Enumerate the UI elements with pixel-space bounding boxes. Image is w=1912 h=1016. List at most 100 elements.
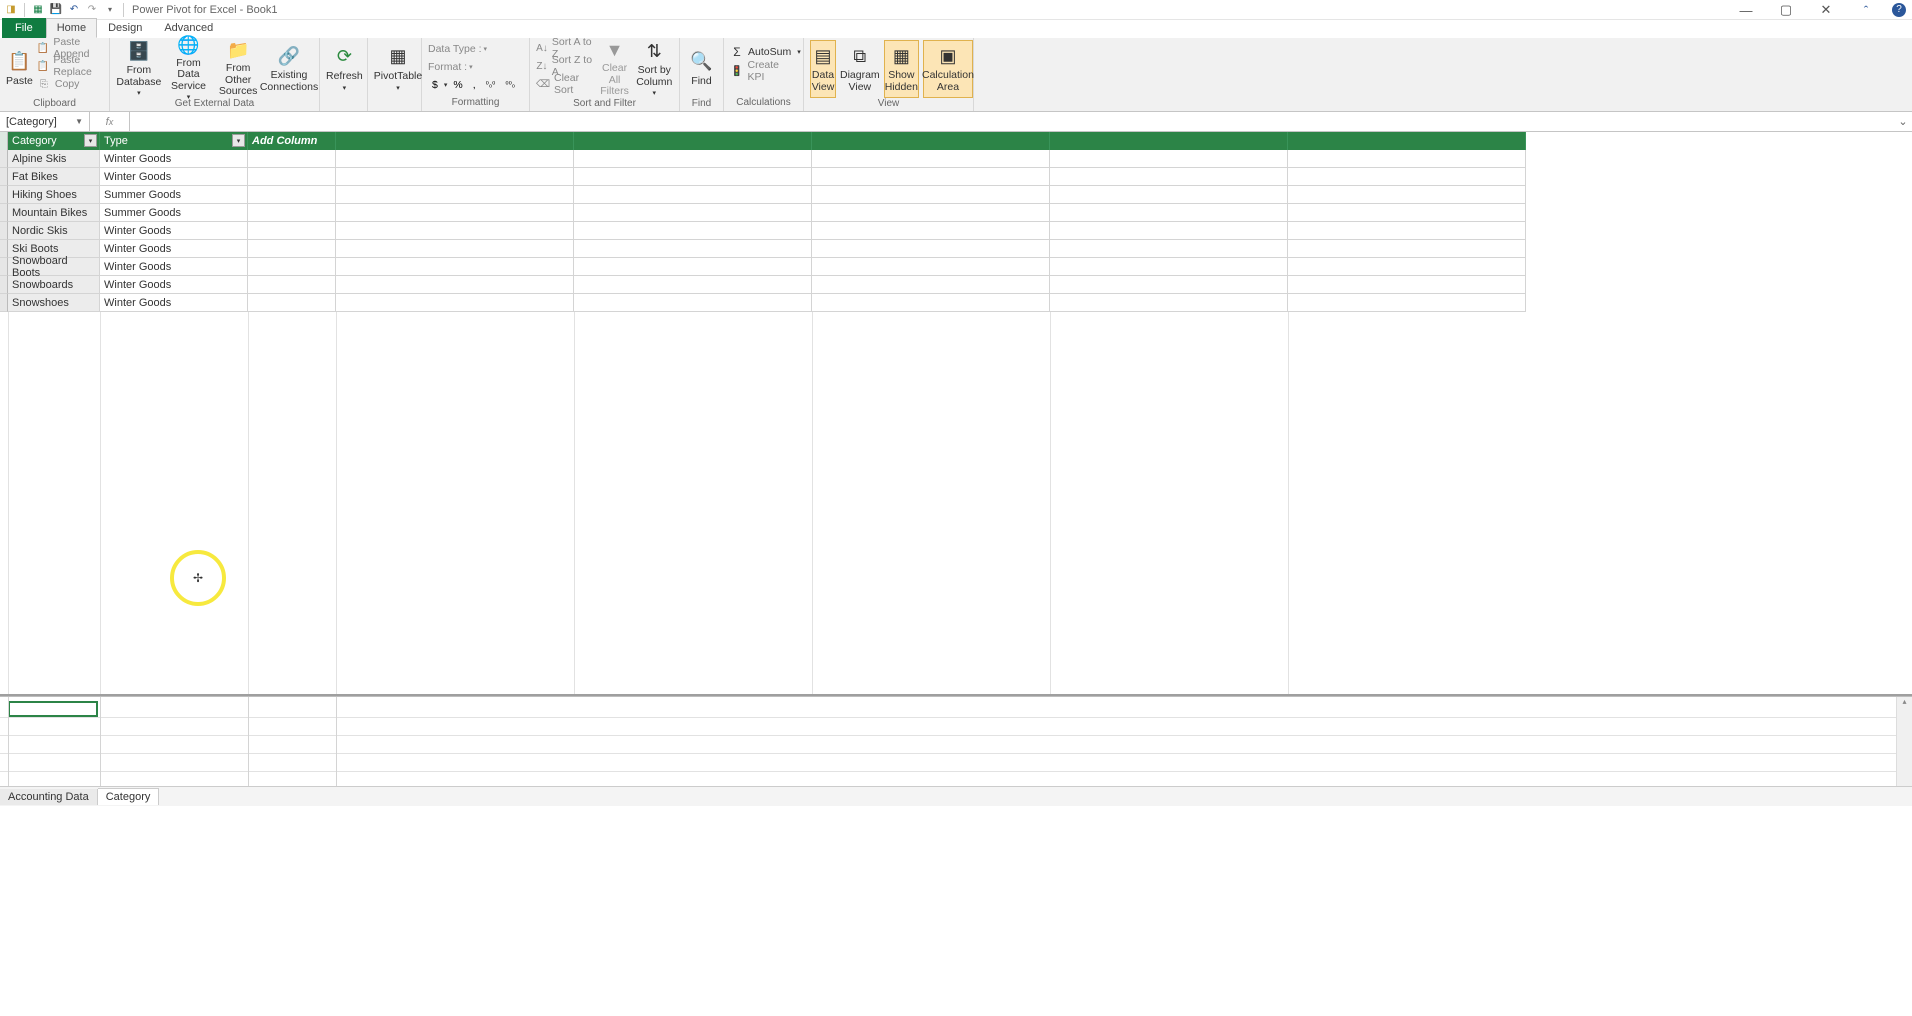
paste-replace-button[interactable]: 📋Paste Replace [37,58,103,74]
cell-empty[interactable] [248,294,336,312]
cell-empty[interactable] [248,240,336,258]
decrease-decimal-button[interactable]: ⁰⁰₀ [501,80,519,89]
clear-sort-button[interactable]: ⌫Clear Sort [536,76,594,92]
name-box[interactable]: [Category] ▼ [0,112,90,131]
cell-empty[interactable] [574,150,812,168]
maximize-button[interactable]: ▢ [1772,2,1800,18]
cell-empty[interactable] [1288,276,1526,294]
paste-button[interactable]: 📋 Paste [6,40,33,98]
cell-empty[interactable] [1288,294,1526,312]
cell-type[interactable]: Winter Goods [100,276,248,294]
create-kpi-button[interactable]: 🚦Create KPI [730,63,797,79]
save-icon[interactable]: 💾 [49,3,63,17]
column-header-empty[interactable] [336,132,574,150]
row-header[interactable] [0,276,8,294]
percent-button[interactable]: % [449,79,466,91]
name-box-dropdown-icon[interactable]: ▼ [75,117,83,126]
filter-icon[interactable]: ▾ [84,134,97,147]
cell-category[interactable]: Mountain Bikes [8,204,100,222]
close-button[interactable]: ✕ [1812,2,1840,18]
cell-type[interactable]: Winter Goods [100,222,248,240]
datatype-dropdown[interactable]: ▾ [484,45,488,53]
calculation-area-button[interactable]: ▣Calculation Area [923,40,973,98]
cell-empty[interactable] [812,168,1050,186]
pivottable-button[interactable]: ▦PivotTable▾ [374,40,422,98]
column-header-add[interactable]: Add Column [248,132,336,150]
cell-empty[interactable] [248,150,336,168]
cell-empty[interactable] [574,258,812,276]
cell-empty[interactable] [336,186,574,204]
existing-connections-button[interactable]: 🔗Existing Connections [265,40,313,98]
calculation-area-pane[interactable]: ▴ [0,696,1912,786]
format-dropdown[interactable]: ▾ [469,63,473,71]
cell-empty[interactable] [574,222,812,240]
cell-empty[interactable] [248,168,336,186]
tab-file[interactable]: File [2,18,46,38]
from-data-service-button[interactable]: 🌐From Data Service▾ [166,40,212,98]
autosum-button[interactable]: ΣAutoSum▾ [730,44,801,60]
minimize-button[interactable]: — [1732,3,1760,18]
vertical-scrollbar[interactable]: ▴ [1896,697,1912,786]
cell-empty[interactable] [1050,294,1288,312]
cell-category[interactable]: Snowshoes [8,294,100,312]
row-header[interactable] [0,168,8,186]
cell-empty[interactable] [248,186,336,204]
cell-empty[interactable] [574,186,812,204]
cell-empty[interactable] [336,258,574,276]
cell-empty[interactable] [248,258,336,276]
excel-icon[interactable]: ▦ [31,3,45,17]
column-header-type[interactable]: Type▾ [100,132,248,150]
formula-input[interactable] [130,112,1894,131]
cell-empty[interactable] [1050,168,1288,186]
cell-empty[interactable] [336,276,574,294]
cell-type[interactable]: Summer Goods [100,186,248,204]
show-hidden-button[interactable]: ▦Show Hidden [884,40,919,98]
row-header[interactable] [0,258,8,276]
sort-by-column-button[interactable]: ⇅Sort by Column▾ [636,40,673,98]
sheet-tab-accounting-data[interactable]: Accounting Data [0,789,98,805]
cell-empty[interactable] [336,222,574,240]
cell-empty[interactable] [812,294,1050,312]
cell-empty[interactable] [812,276,1050,294]
select-all-corner[interactable] [0,132,8,150]
column-header-empty[interactable] [1050,132,1288,150]
cell-empty[interactable] [1050,258,1288,276]
cell-empty[interactable] [812,204,1050,222]
cell-empty[interactable] [248,276,336,294]
tab-design[interactable]: Design [97,18,153,38]
row-header[interactable] [0,150,8,168]
currency-button[interactable]: $ [428,79,442,91]
cell-empty[interactable] [336,150,574,168]
cell-type[interactable]: Winter Goods [100,240,248,258]
cell-empty[interactable] [1288,168,1526,186]
cell-empty[interactable] [1288,150,1526,168]
sheet-tab-category[interactable]: Category [98,788,160,805]
column-header-empty[interactable] [812,132,1050,150]
diagram-view-button[interactable]: ⧉Diagram View [840,40,880,98]
cell-type[interactable]: Winter Goods [100,168,248,186]
increase-decimal-button[interactable]: ⁰₀⁰ [482,80,500,89]
cell-empty[interactable] [1288,240,1526,258]
cell-empty[interactable] [812,258,1050,276]
cell-category[interactable]: Hiking Shoes [8,186,100,204]
cell-type[interactable]: Winter Goods [100,294,248,312]
empty-grid-area[interactable] [0,312,1912,694]
row-header[interactable] [0,186,8,204]
cell-empty[interactable] [1050,186,1288,204]
cell-empty[interactable] [1050,222,1288,240]
tab-home[interactable]: Home [46,18,97,38]
cell-empty[interactable] [1050,240,1288,258]
cell-empty[interactable] [336,204,574,222]
row-header[interactable] [0,294,8,312]
from-database-button[interactable]: 🗄️From Database▾ [116,40,162,98]
cell-empty[interactable] [248,204,336,222]
column-header-empty[interactable] [1288,132,1526,150]
cell-type[interactable]: Winter Goods [100,258,248,276]
cell-empty[interactable] [336,240,574,258]
find-button[interactable]: 🔍Find [686,40,717,98]
cell-empty[interactable] [812,150,1050,168]
cell-empty[interactable] [574,294,812,312]
cell-type[interactable]: Summer Goods [100,204,248,222]
row-header[interactable] [0,240,8,258]
qat-customize-icon[interactable]: ▾ [103,3,117,17]
